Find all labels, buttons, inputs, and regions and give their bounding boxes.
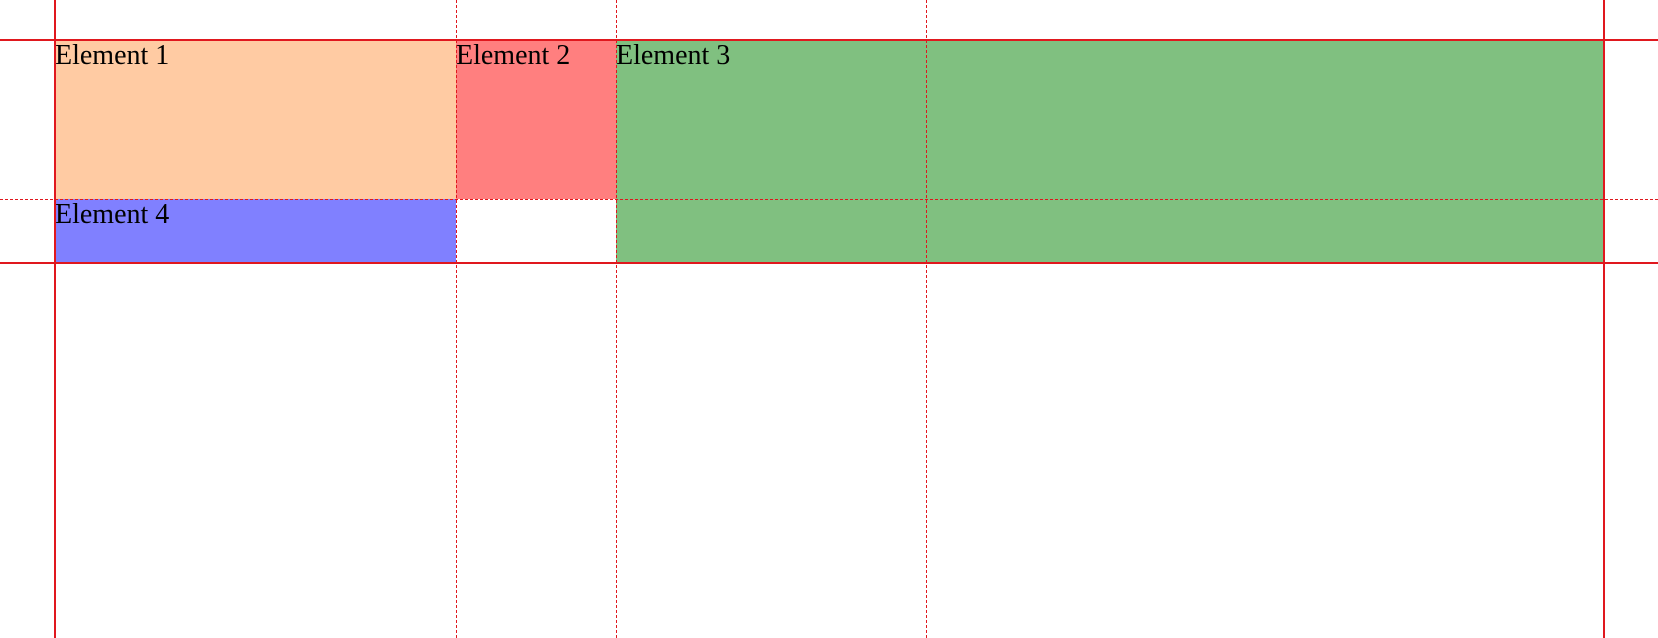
element-4: Element 4: [55, 199, 456, 263]
grid-diagram: Element 1 Element 2 Element 3 Element 4: [0, 0, 1658, 638]
element-1: Element 1: [55, 40, 456, 199]
element-2: Element 2: [456, 40, 616, 199]
element-3: Element 3: [616, 40, 1604, 263]
